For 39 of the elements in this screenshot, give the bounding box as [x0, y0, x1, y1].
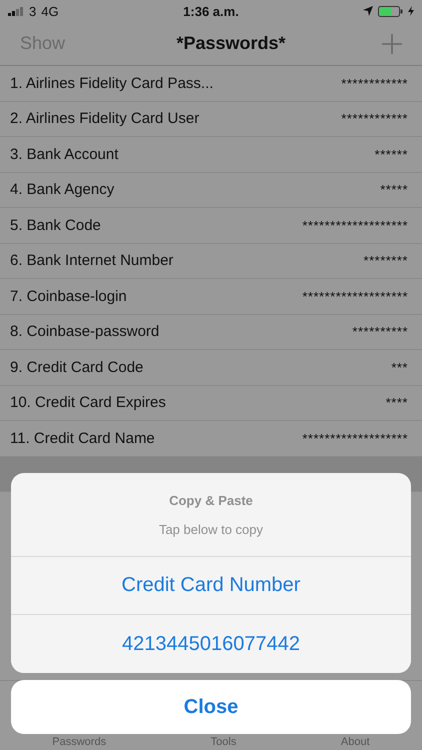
masked-value: ****** [374, 146, 408, 162]
masked-value: ******************* [302, 288, 408, 304]
masked-value: ********** [352, 324, 408, 340]
nav-title: *Passwords* [176, 33, 286, 54]
row-label: 7. Coinbase-login [10, 288, 127, 305]
masked-value: **** [386, 395, 408, 410]
masked-value: ************ [341, 111, 408, 126]
masked-value: ******************* [302, 430, 408, 446]
charging-bolt-icon [408, 6, 414, 16]
row-label: 5. Bank Code [10, 216, 101, 234]
sheet-subtitle: Tap below to copy [158, 522, 264, 536]
row-label: 1. Airlines Fidelity Card Pass... [10, 74, 214, 92]
row-label: 9. Credit Card Code [10, 358, 144, 376]
signal-icon [8, 6, 24, 16]
row-label: 11. Credit Card Name [10, 430, 155, 447]
add-icon[interactable] [382, 34, 402, 54]
masked-value: ******************* [302, 218, 408, 233]
password-row[interactable]: 10. Credit Card Expires **** [0, 386, 422, 421]
password-row[interactable]: 4. Bank Agency ***** [0, 172, 422, 208]
carrier-text: 3 [29, 4, 36, 18]
row-label: 8. Coinbase-password [10, 323, 160, 340]
row-label: 6. Bank Internet Number [10, 252, 174, 270]
location-arrow-icon [363, 6, 373, 16]
row-label: 3. Bank Account [10, 146, 118, 163]
close-button[interactable]: Close [11, 680, 411, 734]
row-label: 2. Airlines Fidelity Card User [10, 110, 200, 128]
row-label: 10. Credit Card Expires [10, 394, 166, 412]
sheet-title: Copy & Paste [169, 492, 253, 508]
password-row[interactable]: 8. Coinbase-password ********** [0, 314, 422, 350]
masked-value: ************ [341, 76, 408, 91]
masked-value: ******** [364, 253, 408, 268]
password-row[interactable]: 6. Bank Internet Number ******** [0, 244, 422, 279]
network-text: 4G [41, 4, 59, 18]
time-text: 1:36 a.m. [183, 4, 239, 18]
masked-value: ***** [380, 182, 408, 198]
row-label: 4. Bank Agency [10, 181, 114, 198]
password-row[interactable]: 2. Airlines Fidelity Card User ************ [0, 102, 422, 137]
battery-icon [378, 6, 403, 16]
masked-value: *** [391, 360, 408, 375]
